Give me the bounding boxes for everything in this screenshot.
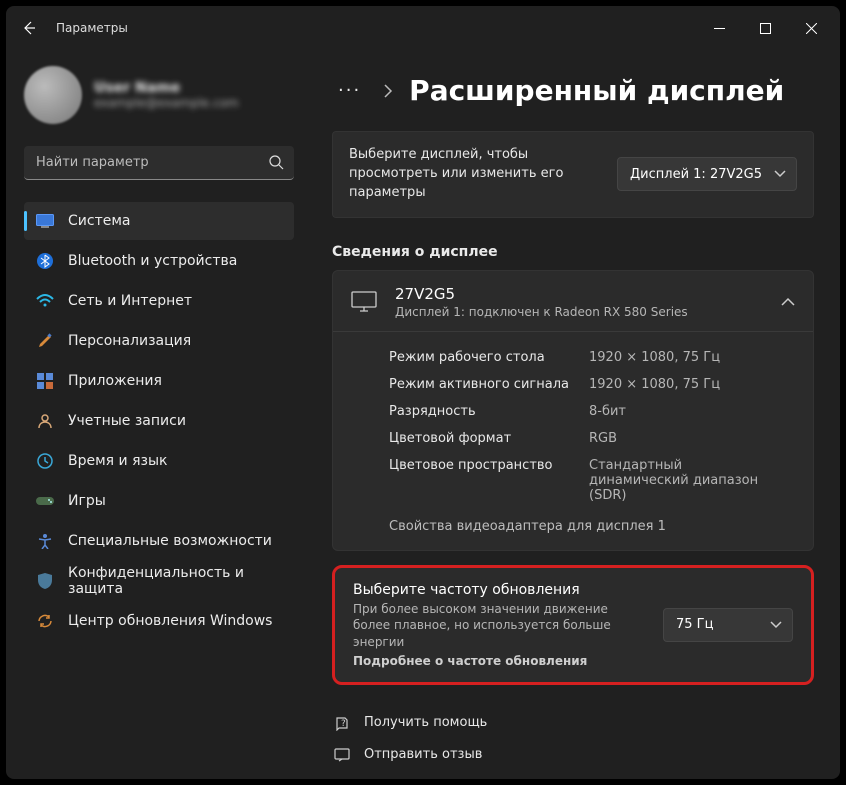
display-name: 27V2G5 (395, 285, 763, 303)
info-row: Цветовой форматRGB (389, 425, 795, 452)
sidebar-item-system[interactable]: Система (24, 202, 294, 240)
sidebar-item-accounts[interactable]: Учетные записи (24, 402, 294, 440)
account-block[interactable]: User Name example@example.com (24, 66, 294, 124)
user-icon (36, 412, 54, 430)
clock-icon (36, 452, 54, 470)
close-button[interactable] (788, 12, 834, 44)
back-arrow-icon (21, 20, 37, 36)
account-email: example@example.com (94, 96, 239, 110)
search-input[interactable] (24, 146, 294, 180)
sidebar-item-bluetooth[interactable]: Bluetooth и устройства (24, 242, 294, 280)
chevron-down-icon (770, 621, 782, 629)
minimize-icon (714, 23, 725, 34)
shield-icon (36, 572, 54, 590)
maximize-icon (760, 23, 771, 34)
apps-icon (36, 372, 54, 390)
sidebar-item-label: Центр обновления Windows (68, 613, 272, 629)
refresh-rate-desc: При более высоком значении движение боле… (353, 601, 645, 651)
breadcrumb-more[interactable]: ··· (332, 76, 367, 105)
sidebar-item-network[interactable]: Сеть и Интернет (24, 282, 294, 320)
get-help-link[interactable]: ? Получить помощь (334, 707, 814, 739)
display-info-header[interactable]: 27V2G5 Дисплей 1: подключен к Radeon RX … (333, 271, 813, 331)
system-icon (36, 212, 54, 230)
accessibility-icon (36, 532, 54, 550)
maximize-button[interactable] (742, 12, 788, 44)
update-icon (36, 612, 54, 630)
monitor-icon (351, 291, 377, 313)
back-button[interactable] (12, 11, 46, 45)
sidebar-item-label: Игры (68, 493, 106, 509)
feedback-link[interactable]: Отправить отзыв (334, 739, 814, 771)
info-row: Цветовое пространствоСтандартный динамич… (389, 452, 795, 509)
help-icon: ? (334, 715, 350, 731)
window-title: Параметры (56, 21, 128, 35)
sidebar-item-label: Учетные записи (68, 413, 186, 429)
search-icon (268, 154, 284, 170)
info-row: Разрядность8-бит (389, 398, 795, 425)
svg-text:?: ? (341, 719, 346, 729)
info-row: Режим рабочего стола1920 × 1080, 75 Гц (389, 344, 795, 371)
sidebar-item-label: Время и язык (68, 453, 167, 469)
display-info-heading: Сведения о дисплее (332, 244, 814, 260)
minimize-button[interactable] (696, 12, 742, 44)
adapter-properties-link[interactable]: Свойства видеоадаптера для дисплея 1 (389, 519, 666, 534)
avatar (24, 66, 82, 124)
wifi-icon (36, 292, 54, 310)
refresh-rate-card: Выберите частоту обновления При более вы… (332, 565, 814, 685)
sidebar-item-label: Конфиденциальность и защита (68, 565, 284, 597)
sidebar-item-update[interactable]: Центр обновления Windows (24, 602, 294, 640)
close-icon (806, 23, 817, 34)
sidebar-nav: Система Bluetooth и устройства Сеть и Ин… (24, 202, 294, 640)
refresh-rate-dropdown[interactable]: 75 Гц (663, 608, 793, 642)
sidebar-item-label: Bluetooth и устройства (68, 253, 237, 269)
account-name: User Name (94, 80, 239, 96)
refresh-rate-value: 75 Гц (676, 617, 713, 632)
feedback-icon (334, 747, 350, 763)
info-row: Режим активного сигнала1920 × 1080, 75 Г… (389, 371, 795, 398)
bluetooth-icon (36, 252, 54, 270)
chevron-down-icon (774, 170, 786, 178)
sidebar-item-apps[interactable]: Приложения (24, 362, 294, 400)
chevron-up-icon (781, 297, 795, 307)
sidebar-item-time-language[interactable]: Время и язык (24, 442, 294, 480)
sidebar-item-privacy[interactable]: Конфиденциальность и защита (24, 562, 294, 600)
page-title: Расширенный дисплей (409, 74, 784, 107)
sidebar-item-accessibility[interactable]: Специальные возможности (24, 522, 294, 560)
gamepad-icon (36, 492, 54, 510)
sidebar-item-label: Система (68, 213, 130, 229)
refresh-rate-more-link[interactable]: Подробнее о частоте обновления (353, 654, 645, 668)
brush-icon (36, 332, 54, 350)
display-select-dropdown[interactable]: Дисплей 1: 27V2G5 (617, 157, 797, 191)
sidebar-item-gaming[interactable]: Игры (24, 482, 294, 520)
refresh-rate-title: Выберите частоту обновления (353, 582, 645, 598)
sidebar-item-personalization[interactable]: Персонализация (24, 322, 294, 360)
display-select-label: Выберите дисплей, чтобы просмотреть или … (349, 146, 601, 203)
chevron-right-icon (383, 84, 393, 98)
display-sub: Дисплей 1: подключен к Radeon RX 580 Ser… (395, 305, 763, 319)
sidebar-item-label: Приложения (68, 373, 162, 389)
sidebar-item-label: Персонализация (68, 333, 191, 349)
display-select-value: Дисплей 1: 27V2G5 (630, 167, 762, 182)
sidebar-item-label: Специальные возможности (68, 533, 272, 549)
sidebar-item-label: Сеть и Интернет (68, 293, 192, 309)
display-info-card: 27V2G5 Дисплей 1: подключен к Radeon RX … (332, 270, 814, 551)
